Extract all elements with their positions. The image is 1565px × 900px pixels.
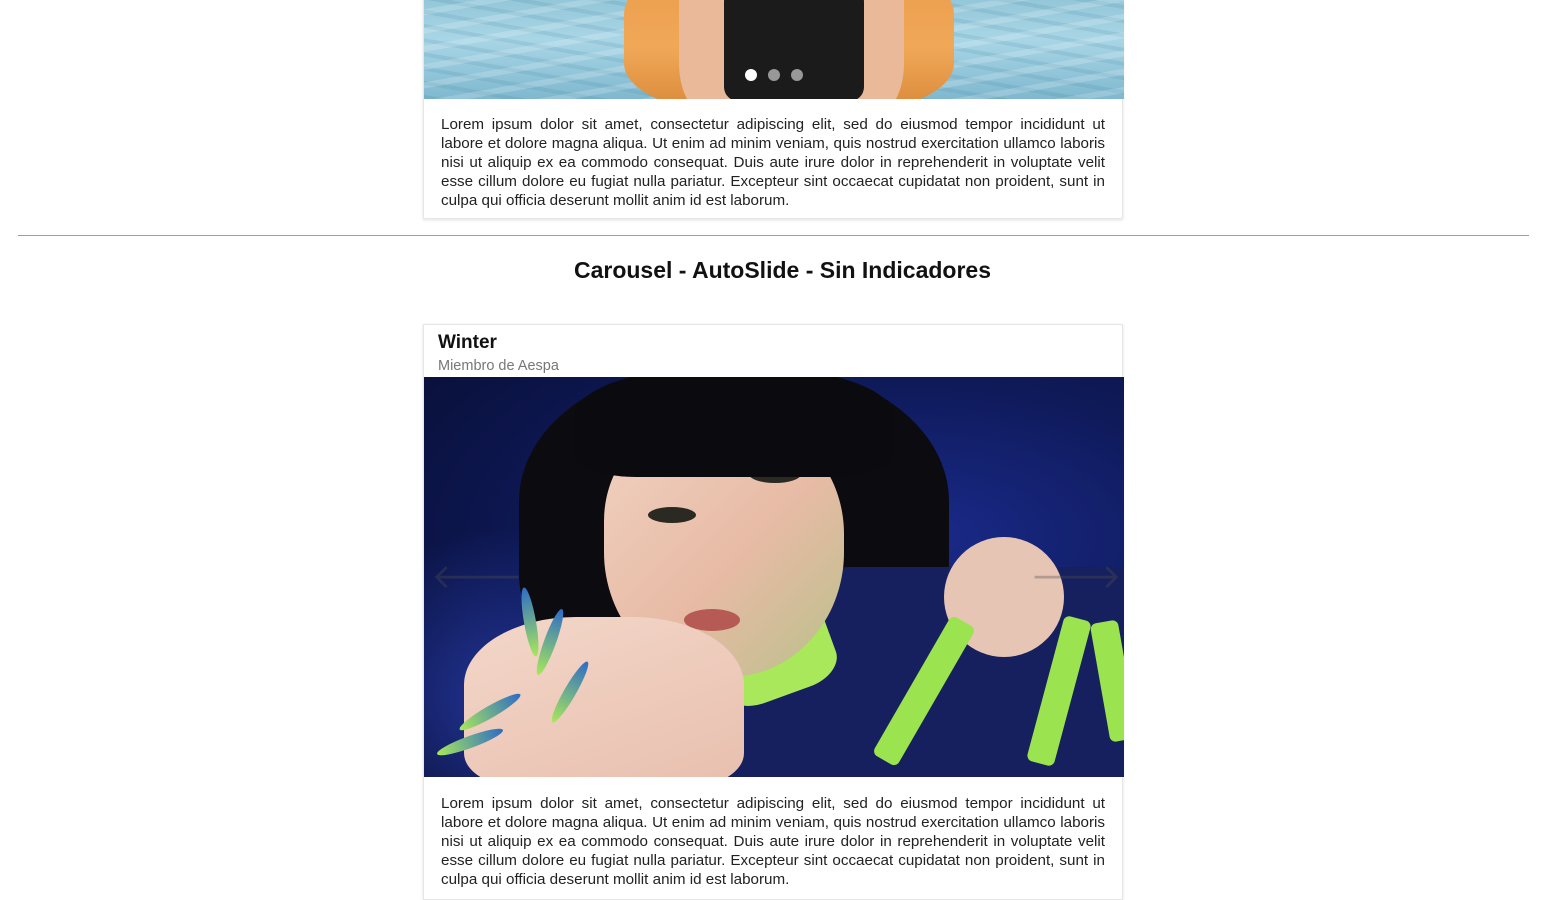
carousel-slide-image[interactable]: 🡐 🡒 (424, 377, 1124, 777)
card-title: Winter (438, 332, 497, 353)
model-bangs (574, 377, 894, 477)
arrow-right-icon[interactable]: 🡒 (1030, 557, 1121, 597)
model-top (724, 0, 864, 99)
card-body-text: Lorem ipsum dolor sit amet, consectetur … (441, 116, 1105, 209)
card-body-text: Lorem ipsum dolor sit amet, consectetur … (441, 795, 1105, 888)
arrow-left-icon[interactable]: 🡐 (431, 557, 522, 597)
carousel-indicators (424, 69, 1124, 81)
carousel-indicator-1[interactable] (745, 69, 757, 81)
card-header: Winter Miembro de Aespa (438, 332, 559, 375)
carousel-indicator-3[interactable] (791, 69, 803, 81)
carousel-card-1: Lorem ipsum dolor sit amet, consectetur … (423, 0, 1124, 219)
card-subtitle: Miembro de Aespa (438, 358, 559, 374)
carousel-slide-image[interactable] (424, 0, 1124, 99)
model-eye (648, 507, 696, 523)
section-title: Carousel - AutoSlide - Sin Indicadores (573, 257, 992, 283)
carousel-indicator-2[interactable] (768, 69, 780, 81)
divider (18, 235, 1529, 236)
carousel-card-2: Winter Miembro de Aespa 🡐 🡒 Lorem ipsum … (423, 324, 1124, 900)
page: Lorem ipsum dolor sit amet, consectetur … (0, 0, 1565, 900)
